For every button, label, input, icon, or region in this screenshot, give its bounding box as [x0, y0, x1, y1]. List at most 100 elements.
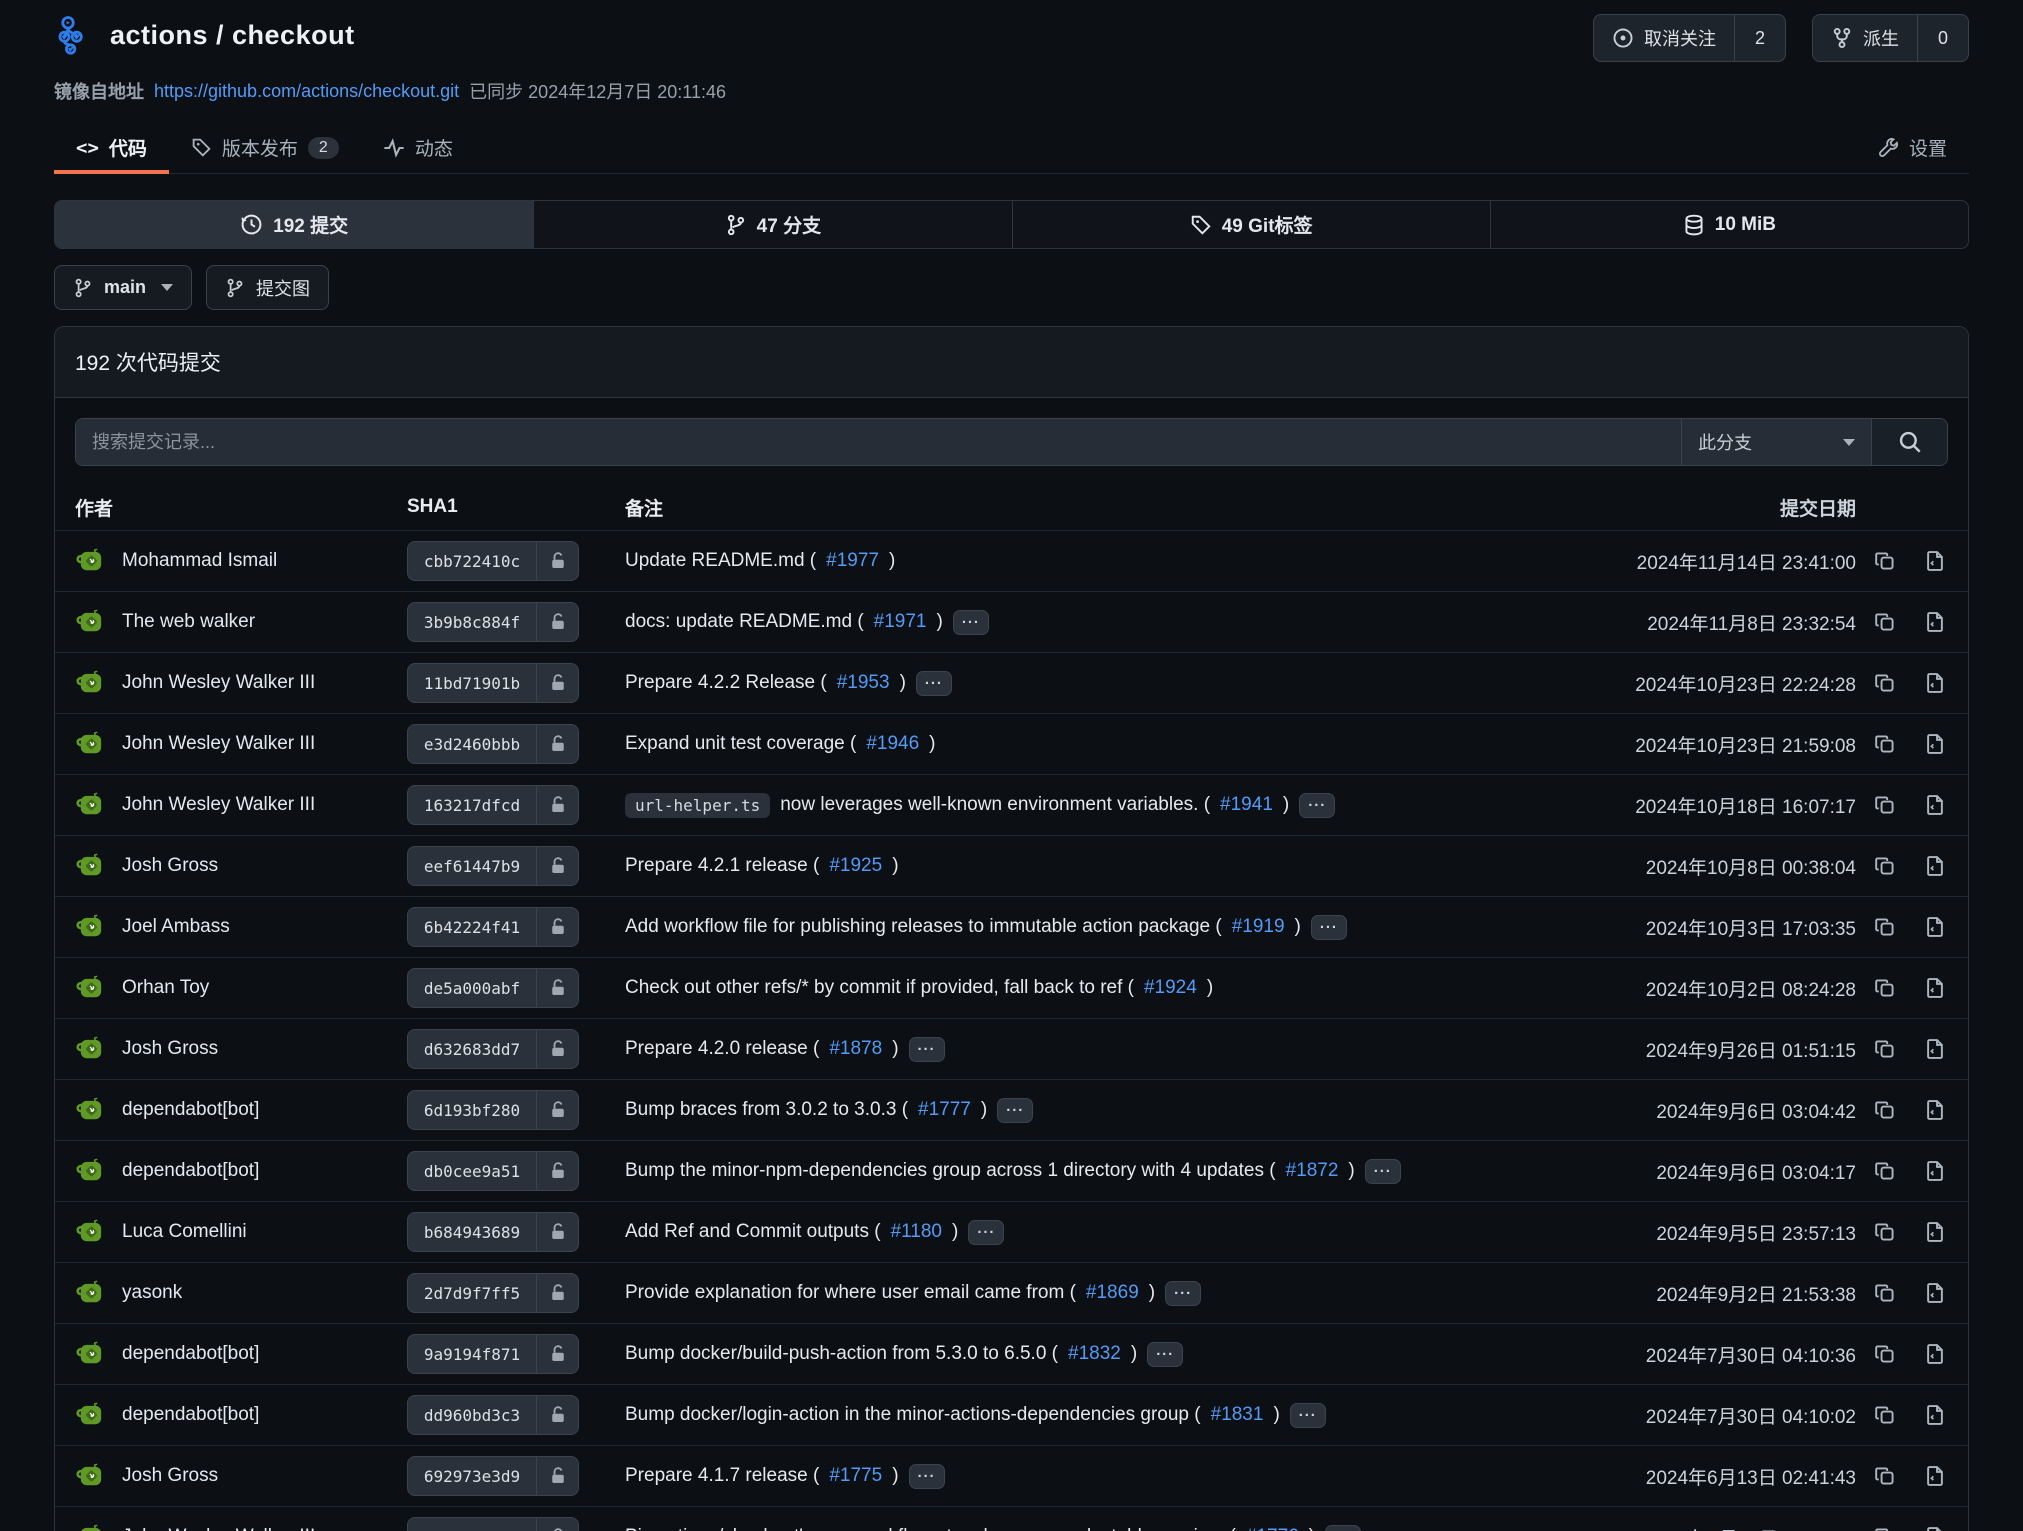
- copy-sha-icon[interactable]: [1874, 977, 1896, 999]
- commit-author-name[interactable]: Josh Gross: [122, 1465, 218, 1487]
- tab-settings[interactable]: 设置: [1856, 122, 1969, 173]
- commit-issue-link[interactable]: #1831: [1211, 1404, 1264, 1426]
- browse-source-icon[interactable]: [1924, 1038, 1946, 1060]
- commit-more-button[interactable]: ···: [953, 610, 989, 635]
- commit-sha-button[interactable]: 163217dfcd: [407, 785, 579, 825]
- commit-author-name[interactable]: dependabot[bot]: [122, 1343, 259, 1365]
- branch-filter-select[interactable]: 此分支: [1681, 419, 1871, 465]
- browse-source-icon[interactable]: [1924, 1282, 1946, 1304]
- stat-branches[interactable]: 47 分支: [533, 201, 1011, 248]
- commit-sha-button[interactable]: dd960bd3c3: [407, 1395, 579, 1435]
- tab-activity[interactable]: 动态: [361, 122, 475, 173]
- commit-more-button[interactable]: ···: [1325, 1525, 1361, 1531]
- commit-sha-button[interactable]: 3b9b8c884f: [407, 602, 579, 642]
- browse-source-icon[interactable]: [1924, 794, 1946, 816]
- commit-author-name[interactable]: dependabot[bot]: [122, 1404, 259, 1426]
- search-input[interactable]: [76, 419, 1681, 465]
- copy-sha-icon[interactable]: [1874, 550, 1896, 572]
- copy-sha-icon[interactable]: [1874, 1038, 1896, 1060]
- commit-sha-button[interactable]: 6d193bf280: [407, 1090, 579, 1130]
- copy-sha-icon[interactable]: [1874, 1282, 1896, 1304]
- commit-issue-link[interactable]: #1869: [1086, 1282, 1139, 1304]
- commit-author-name[interactable]: Luca Comellini: [122, 1221, 247, 1243]
- commit-sha-button[interactable]: d632683dd7: [407, 1029, 579, 1069]
- commit-sha-button[interactable]: eef61447b9: [407, 846, 579, 886]
- commit-more-button[interactable]: ···: [1147, 1342, 1183, 1367]
- copy-sha-icon[interactable]: [1874, 855, 1896, 877]
- commit-issue-link[interactable]: #1946: [866, 733, 919, 755]
- commit-more-button[interactable]: ···: [1299, 793, 1335, 818]
- commit-sha-button[interactable]: 11bd71901b: [407, 663, 579, 703]
- commit-author-name[interactable]: John Wesley Walker III: [122, 672, 315, 694]
- browse-source-icon[interactable]: [1924, 672, 1946, 694]
- commit-more-button[interactable]: ···: [916, 671, 952, 696]
- commit-issue-link[interactable]: #1971: [874, 611, 927, 633]
- forks-count[interactable]: 0: [1917, 15, 1968, 61]
- commit-author-name[interactable]: Josh Gross: [122, 1038, 218, 1060]
- browse-source-icon[interactable]: [1924, 733, 1946, 755]
- commit-issue-link[interactable]: #1925: [829, 855, 882, 877]
- commit-author-name[interactable]: The web walker: [122, 611, 255, 633]
- copy-sha-icon[interactable]: [1874, 1526, 1896, 1531]
- watchers-count[interactable]: 2: [1734, 15, 1785, 61]
- unwatch-button[interactable]: 取消关注 2: [1593, 14, 1786, 62]
- browse-source-icon[interactable]: [1924, 1404, 1946, 1426]
- commit-author-name[interactable]: Josh Gross: [122, 855, 218, 877]
- browse-source-icon[interactable]: [1924, 1160, 1946, 1182]
- commit-sha-button[interactable]: 692973e3d9: [407, 1456, 579, 1496]
- commit-sha-button[interactable]: 2d7d9f7ff5: [407, 1273, 579, 1313]
- stat-size[interactable]: 10 MiB: [1490, 201, 1968, 248]
- browse-source-icon[interactable]: [1924, 1221, 1946, 1243]
- commit-issue-link[interactable]: #1953: [837, 672, 890, 694]
- commit-author-name[interactable]: dependabot[bot]: [122, 1099, 259, 1121]
- commit-graph-button[interactable]: 提交图: [206, 265, 329, 310]
- commit-author-name[interactable]: yasonk: [122, 1282, 182, 1304]
- browse-source-icon[interactable]: [1924, 916, 1946, 938]
- commit-more-button[interactable]: ···: [968, 1220, 1004, 1245]
- commit-issue-link[interactable]: #1941: [1220, 794, 1273, 816]
- search-button[interactable]: [1871, 419, 1947, 465]
- commit-more-button[interactable]: ···: [1311, 915, 1347, 940]
- commit-more-button[interactable]: ···: [1165, 1281, 1201, 1306]
- copy-sha-icon[interactable]: [1874, 1404, 1896, 1426]
- commit-issue-link[interactable]: #1924: [1144, 977, 1197, 999]
- copy-sha-icon[interactable]: [1874, 611, 1896, 633]
- browse-source-icon[interactable]: [1924, 611, 1946, 633]
- commit-sha-button[interactable]: b684943689: [407, 1212, 579, 1252]
- copy-sha-icon[interactable]: [1874, 1221, 1896, 1243]
- copy-sha-icon[interactable]: [1874, 1343, 1896, 1365]
- branch-selector[interactable]: main: [54, 265, 192, 310]
- commit-issue-link[interactable]: #1878: [829, 1038, 882, 1060]
- commit-author-name[interactable]: John Wesley Walker III: [122, 733, 315, 755]
- browse-source-icon[interactable]: [1924, 550, 1946, 572]
- browse-source-icon[interactable]: [1924, 1343, 1946, 1365]
- commit-issue-link[interactable]: #1872: [1286, 1160, 1339, 1182]
- browse-source-icon[interactable]: [1924, 855, 1946, 877]
- browse-source-icon[interactable]: [1924, 1465, 1946, 1487]
- commit-author-name[interactable]: Mohammad Ismail: [122, 550, 277, 572]
- commit-issue-link[interactable]: #1180: [891, 1221, 942, 1243]
- commit-sha-button[interactable]: 6b42224f41: [407, 907, 579, 947]
- browse-source-icon[interactable]: [1924, 1526, 1946, 1531]
- commit-author-name[interactable]: John Wesley Walker III: [122, 1526, 315, 1531]
- stat-commits[interactable]: 192 提交: [55, 201, 533, 248]
- commit-issue-link[interactable]: #1919: [1232, 916, 1285, 938]
- commit-sha-button[interactable]: e3d2460bbb: [407, 724, 579, 764]
- commit-sha-button[interactable]: 9a9194f871: [407, 1334, 579, 1374]
- commit-more-button[interactable]: ···: [1365, 1159, 1401, 1184]
- commit-more-button[interactable]: ···: [1290, 1403, 1326, 1428]
- copy-sha-icon[interactable]: [1874, 916, 1896, 938]
- stat-tags[interactable]: 49 Git标签: [1012, 201, 1490, 248]
- commit-issue-link[interactable]: #1775: [829, 1465, 882, 1487]
- commit-author-name[interactable]: John Wesley Walker III: [122, 794, 315, 816]
- copy-sha-icon[interactable]: [1874, 1099, 1896, 1121]
- commit-author-name[interactable]: Orhan Toy: [122, 977, 209, 999]
- copy-sha-icon[interactable]: [1874, 733, 1896, 755]
- repo-title[interactable]: actions / checkout: [110, 20, 355, 51]
- browse-source-icon[interactable]: [1924, 1099, 1946, 1121]
- commit-issue-link[interactable]: #1776: [1246, 1526, 1299, 1531]
- fork-button[interactable]: 派生 0: [1812, 14, 1969, 62]
- copy-sha-icon[interactable]: [1874, 794, 1896, 816]
- commit-sha-button[interactable]: db0cee9a51: [407, 1151, 579, 1191]
- commit-issue-link[interactable]: #1777: [918, 1099, 971, 1121]
